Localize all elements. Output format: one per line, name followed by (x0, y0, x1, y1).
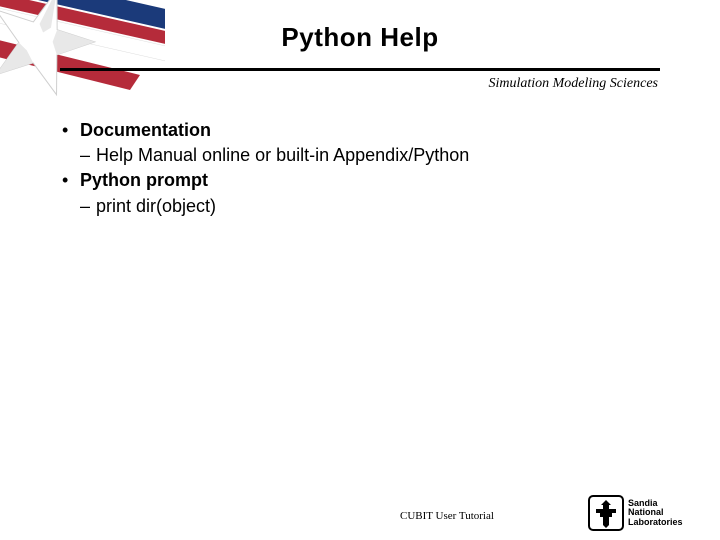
thunderbird-icon (588, 495, 624, 531)
slide-subtitle: Simulation Modeling Sciences (488, 76, 658, 92)
logo-line3: Laboratories (628, 518, 683, 527)
content-area: • Documentation – Help Manual online or … (62, 118, 662, 219)
bullet-dot: • (62, 118, 80, 143)
title-underline (60, 68, 660, 71)
footer-text: CUBIT User Tutorial (400, 510, 494, 522)
sandia-logo: Sandia National Laboratories (588, 494, 708, 532)
bullet-2-sub: print dir(object) (96, 194, 216, 219)
bullet-dash: – (62, 143, 96, 168)
bullet-dash: – (62, 194, 96, 219)
bullet-1-sub: Help Manual online or built-in Appendix/… (96, 143, 469, 168)
slide-title: Python Help (0, 22, 720, 53)
bullet-1: Documentation (80, 118, 211, 143)
bullet-2: Python prompt (80, 168, 208, 193)
bullet-dot: • (62, 168, 80, 193)
